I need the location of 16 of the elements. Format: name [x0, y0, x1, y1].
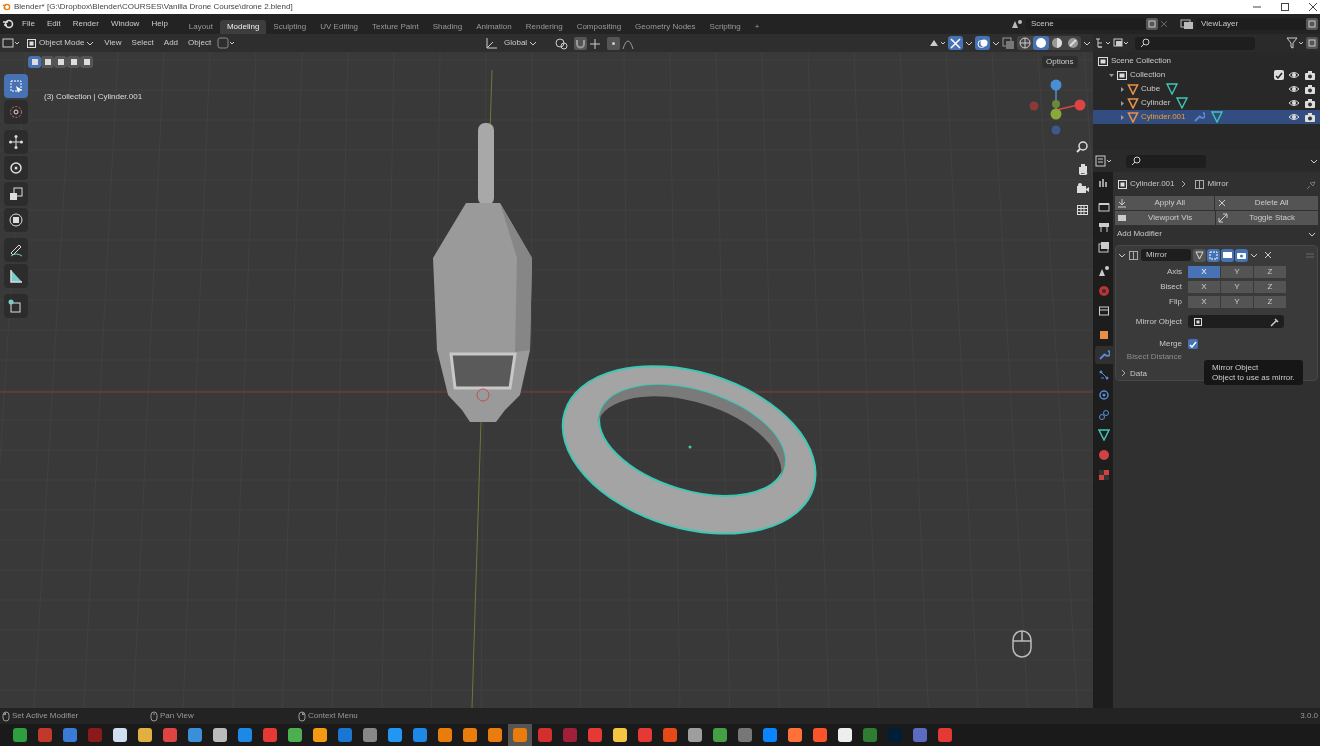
tooltip-title: Mirror Object — [1212, 363, 1260, 373]
window-title: Blender* [G:\Dropbox\Blender\COURSES\Vanilla Drone Course\drone 2.blend] — [14, 2, 293, 12]
status-hint: Context Menu — [308, 711, 358, 721]
breadcrumb-item: Cylinder.001 — [1130, 179, 1175, 189]
field-label: Merge — [1158, 339, 1183, 349]
version-label: 3.0.0 — [1300, 711, 1318, 721]
viewport-info: (3) Collection | Cylinder.001 — [44, 92, 143, 102]
status-hint: Set Active Modifier — [12, 711, 79, 721]
status-hint: Pan View — [160, 711, 194, 721]
field-label: Bisect Distance — [1125, 352, 1183, 362]
field-label: Flip — [1168, 297, 1183, 307]
tooltip-text: Object to use as mirror. — [1212, 372, 1295, 383]
field-label: Bisect — [1159, 282, 1183, 292]
field-label: Axis — [1165, 267, 1183, 277]
field-label: Mirror Object — [1134, 316, 1183, 327]
breadcrumb-item: Mirror — [1207, 179, 1229, 189]
